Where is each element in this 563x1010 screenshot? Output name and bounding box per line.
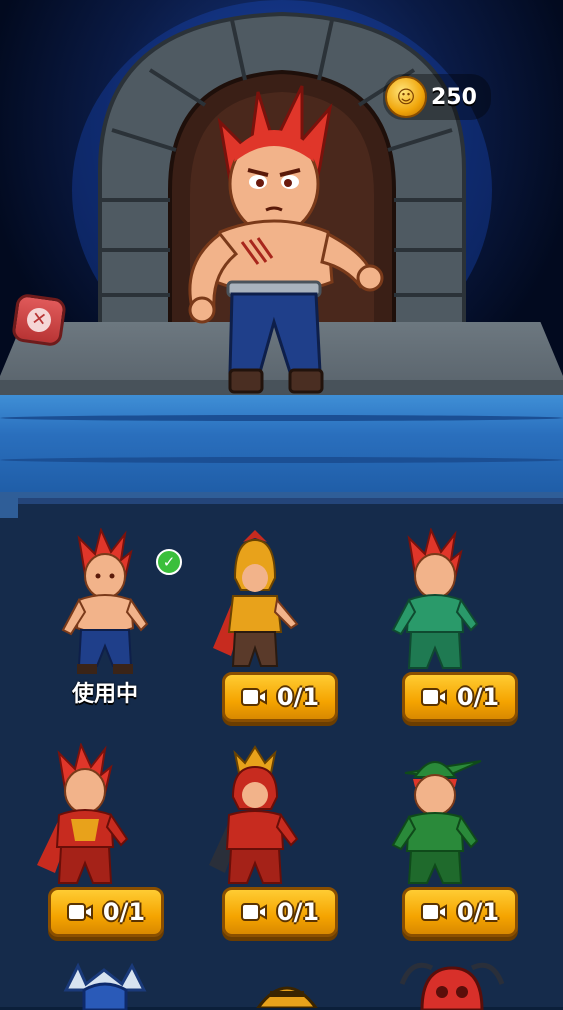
wave [0,457,563,463]
coin-count: 250 [431,84,477,110]
character-shirtless-hero [61,528,149,674]
ad-progress: 0/1 [456,683,500,711]
character-bee-partial [256,986,318,1008]
character-card-green-armor[interactable]: 0/1 [350,508,520,722]
character-spartan [213,530,299,667]
coin-icon: ☺ [385,76,427,118]
ad-progress: 0/1 [276,898,320,926]
character-card-shirtless-hero[interactable]: ✓ 使用中 [20,508,190,718]
video-icon [240,903,267,921]
watch-ad-button[interactable]: 0/1 [222,672,338,722]
water-divider [0,395,563,495]
ad-progress: 0/1 [102,898,146,926]
coin-counter: ☺ 250 [383,74,491,120]
character-card-red-armor[interactable]: 0/1 [0,723,164,937]
character-panel: ✓ 使用中 0/1 0/1 0/1 0/1 0/1 [0,492,563,1010]
close-button[interactable]: ✕ [10,292,68,348]
hero-preview [188,85,384,394]
video-icon [66,903,93,921]
watch-ad-button[interactable]: 0/1 [222,887,338,937]
character-skull-partial [399,962,505,1010]
ad-progress: 0/1 [456,898,500,926]
close-icon: ✕ [25,306,53,334]
character-robin-hood [391,760,482,884]
character-red-armor [37,743,129,884]
video-icon [240,688,267,706]
character-samurai [209,745,299,884]
character-card-samurai[interactable]: 0/1 [170,723,340,937]
video-icon [420,903,447,921]
preview-scene: ☺ 250 ✕ [0,0,563,420]
character-card-robin-hood[interactable]: 0/1 [350,723,520,937]
character-card-spartan[interactable]: 0/1 [170,508,340,722]
watch-ad-button[interactable]: 0/1 [48,887,164,937]
in-use-label: 使用中 [71,682,138,707]
wave [0,415,563,421]
ad-progress: 0/1 [276,683,320,711]
watch-ad-button[interactable]: 0/1 [402,672,518,722]
character-viking-partial [63,962,147,1010]
watch-ad-button[interactable]: 0/1 [402,887,518,937]
character-green-armor [391,528,479,669]
video-icon [420,688,447,706]
